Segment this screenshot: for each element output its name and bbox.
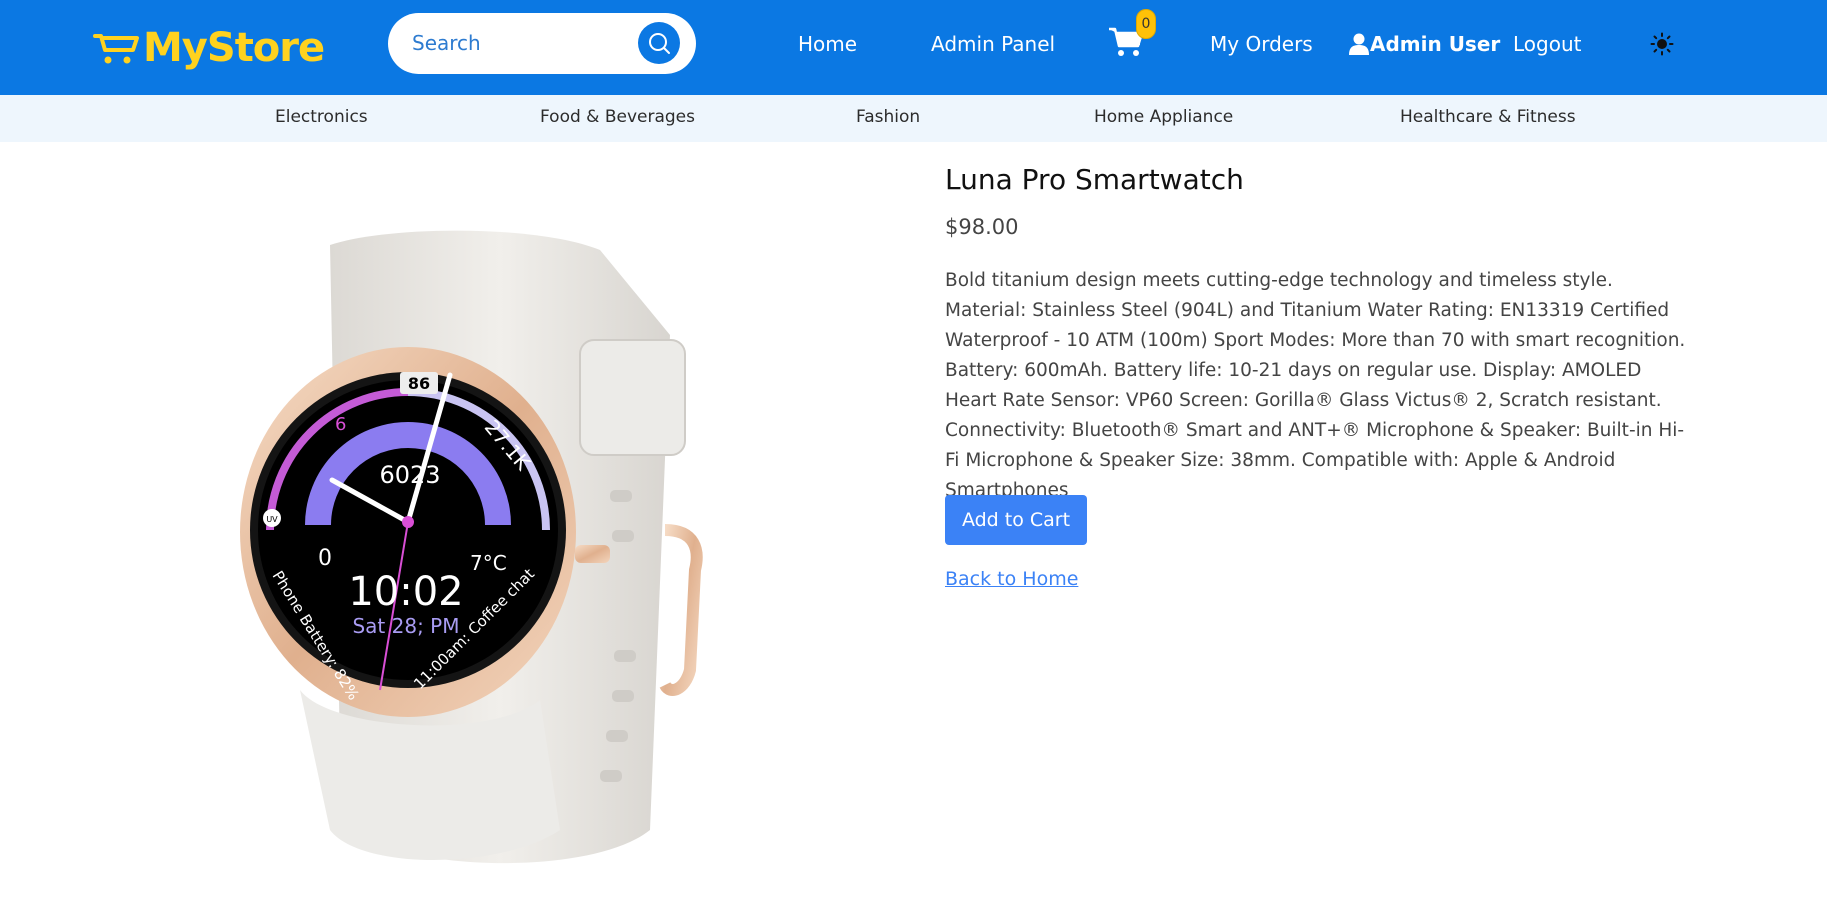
watch-uv-label: UV [266,515,278,524]
category-home-appliance[interactable]: Home Appliance [1094,107,1233,127]
search-box [388,13,696,74]
user-icon [1349,33,1369,55]
cart-count-badge: 0 [1136,9,1156,39]
nav-logout-link[interactable]: Logout [1513,30,1581,58]
nav-home-link[interactable]: Home [798,30,857,58]
category-electronics[interactable]: Electronics [275,107,368,127]
product-image: 86 6023 6 27.1K 7°C 0 10:02 Sat 28; PM P… [240,230,703,864]
add-to-cart-button[interactable]: Add to Cart [945,495,1087,545]
category-healthcare-fitness[interactable]: Healthcare & Fitness [1400,107,1576,127]
nav-user-link[interactable]: Admin User [1349,30,1500,58]
watch-temperature: 7°C [470,551,507,575]
logo-link[interactable]: MyStore [93,22,325,74]
search-icon [649,33,670,54]
watch-left-value: 6 [335,414,346,435]
logo-text: MyStore [143,25,325,71]
category-fashion[interactable]: Fashion [856,107,920,127]
search-input[interactable] [412,27,622,59]
back-to-home-link[interactable]: Back to Home [945,568,1078,590]
top-navbar: MyStore Home Admin Panel 0 My Orders Adm… [0,0,1827,95]
product-description: Bold titanium design meets cutting-edge … [945,270,1686,501]
product-title: Luna Pro Smartwatch [945,163,1244,196]
watch-zero: 0 [318,546,332,571]
category-bar: Electronics Food & Beverages Fashion Hom… [0,95,1827,142]
cart-logo-icon [93,34,139,64]
category-food-beverages[interactable]: Food & Beverages [540,107,695,127]
watch-date: Sat 28; PM [352,614,459,638]
user-name: Admin User [1370,32,1501,56]
watch-time: 10:02 [348,569,463,615]
product-price: $98.00 [945,215,1019,239]
search-button[interactable] [638,22,680,64]
watch-top-value: 86 [408,374,430,393]
sun-icon[interactable] [1650,32,1674,56]
nav-my-orders-link[interactable]: My Orders [1210,30,1313,58]
watch-steps: 6023 [379,461,440,489]
nav-admin-panel-link[interactable]: Admin Panel [931,30,1055,58]
